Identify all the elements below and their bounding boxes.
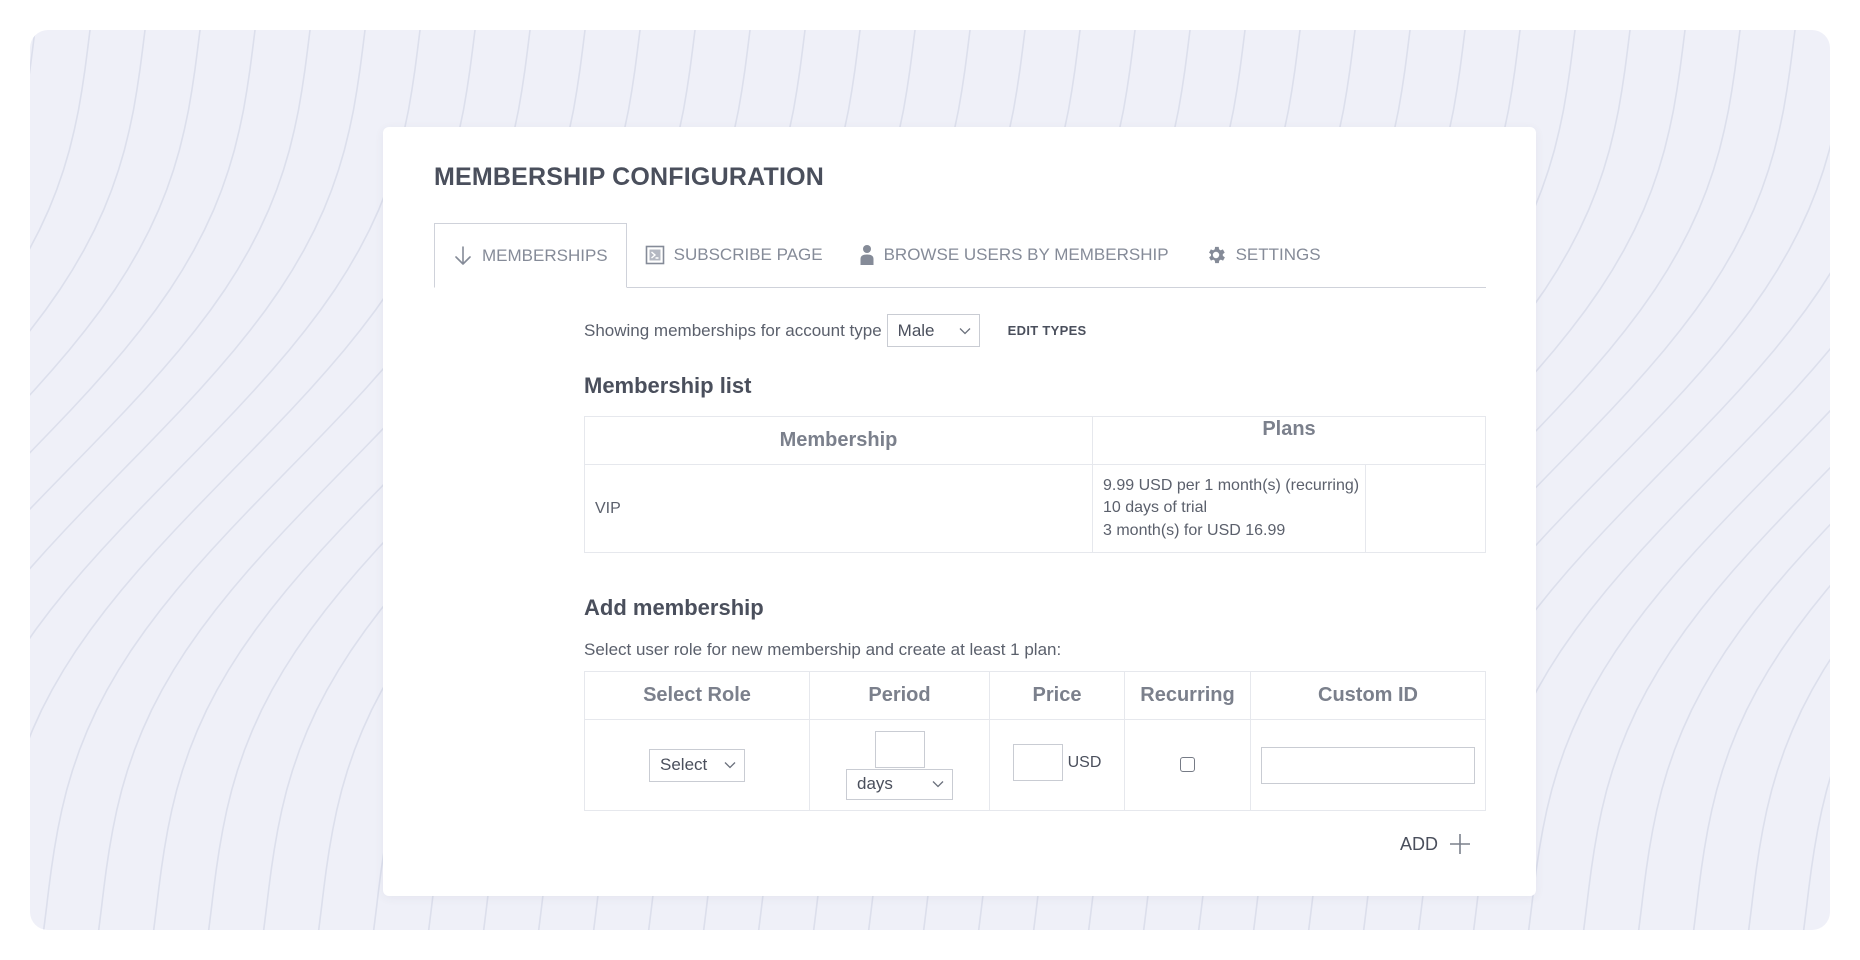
tab-label: SUBSCRIBE PAGE [673, 245, 823, 264]
table-header-row: Select Role Period Price Recurring Custo… [584, 671, 1486, 720]
wave-line [30, 30, 146, 332]
row-actions-cell [1365, 464, 1486, 553]
wave-line [30, 30, 421, 640]
plans-column-header: Plans [1092, 416, 1486, 465]
gear-icon [1205, 244, 1227, 266]
membership-name-cell: VIP [584, 464, 1093, 553]
currency-label: USD [1067, 753, 1102, 771]
table-row[interactable]: VIP 9.99 USD per 1 month(s) (recurring) … [584, 464, 1486, 553]
role-select[interactable]: Select [649, 748, 745, 782]
tab-label: BROWSE USERS BY MEMBERSHIP [883, 245, 1169, 264]
add-button-label: ADD [1400, 833, 1439, 854]
plan-line: 9.99 USD per 1 month(s) (recurring) [1103, 476, 1360, 494]
tab-label: MEMBERSHIPS [482, 245, 608, 265]
role-select-value: Select [660, 755, 708, 774]
plans-header-label: Plans [1262, 417, 1316, 440]
table-row: Select days USD [584, 719, 1486, 811]
user-icon [859, 244, 875, 266]
role-cell: Select [584, 719, 810, 811]
tab-settings[interactable]: SETTINGS [1187, 223, 1339, 287]
price-input[interactable] [1012, 744, 1063, 781]
tab-memberships[interactable]: MEMBERSHIPS [434, 223, 627, 288]
custom-id-input[interactable] [1261, 746, 1475, 784]
wave-line [1527, 409, 1830, 930]
chevron-down-icon [959, 327, 971, 335]
table-header-row: Membership Plans [584, 416, 1486, 465]
period-header: Period [809, 671, 990, 720]
period-unit-value: days [857, 774, 893, 793]
tab-browse-users[interactable]: BROWSE USERS BY MEMBERSHIP [841, 223, 1187, 287]
account-type-label: Showing memberships for account type [584, 320, 882, 340]
add-membership-table: Select Role Period Price Recurring Custo… [584, 671, 1486, 811]
custom-id-header: Custom ID [1250, 671, 1486, 720]
chevron-down-icon [932, 780, 944, 788]
custom-id-cell [1250, 719, 1486, 811]
add-membership-title: Add membership [584, 595, 764, 620]
recurring-header: Recurring [1124, 671, 1251, 720]
membership-list-table: Membership Plans VIP 9.99 USD per 1 mont… [584, 416, 1486, 553]
price-cell: USD [989, 719, 1125, 811]
plans-cell: 9.99 USD per 1 month(s) (recurring) 10 d… [1092, 464, 1366, 553]
chevron-down-icon [724, 761, 736, 769]
wave-line [30, 30, 36, 75]
wave-line [30, 30, 311, 511]
add-membership-description: Select user role for new membership and … [584, 640, 1062, 659]
period-input[interactable] [874, 730, 925, 768]
account-type-row: Showing memberships for account type Mal… [584, 314, 1087, 347]
wave-line [30, 30, 201, 396]
membership-list-title: Membership list [584, 373, 752, 398]
membership-config-card: MEMBERSHIP CONFIGURATION MEMBERSHIPS SUB… [383, 127, 1536, 896]
recurring-cell [1124, 719, 1251, 811]
page-title: MEMBERSHIP CONFIGURATION [434, 163, 824, 191]
tab-bar: MEMBERSHIPS SUBSCRIBE PAGE BROWSE USERS … [434, 223, 1486, 288]
tab-label: SETTINGS [1235, 245, 1321, 264]
membership-column-header: Membership [584, 416, 1093, 465]
period-controls: days [846, 730, 953, 800]
wave-line [30, 30, 91, 250]
add-button[interactable]: ADD [1400, 833, 1471, 855]
plus-icon [1449, 833, 1471, 855]
plan-line: 10 days of trial [1103, 499, 1208, 517]
period-unit-select[interactable]: days [846, 768, 953, 800]
price-header: Price [989, 671, 1125, 720]
select-role-header: Select Role [584, 671, 810, 720]
subscribe-page-icon [645, 245, 665, 265]
recurring-checkbox[interactable] [1180, 757, 1195, 773]
wave-line [1582, 466, 1830, 930]
wave-line [1747, 658, 1830, 930]
account-type-select[interactable]: Male [886, 314, 980, 347]
account-type-selected: Male [897, 320, 935, 340]
arrow-down-icon [453, 245, 473, 267]
tab-subscribe-page[interactable]: SUBSCRIBE PAGE [627, 223, 841, 287]
price-controls: USD [1012, 744, 1102, 781]
wave-line [30, 30, 366, 570]
edit-types-link[interactable]: EDIT TYPES [1008, 323, 1087, 338]
plan-line: 3 month(s) for USD 16.99 [1103, 521, 1286, 539]
page-background: MEMBERSHIP CONFIGURATION MEMBERSHIPS SUB… [30, 30, 1830, 930]
wave-line [1692, 584, 1830, 930]
period-cell: days [809, 719, 990, 811]
